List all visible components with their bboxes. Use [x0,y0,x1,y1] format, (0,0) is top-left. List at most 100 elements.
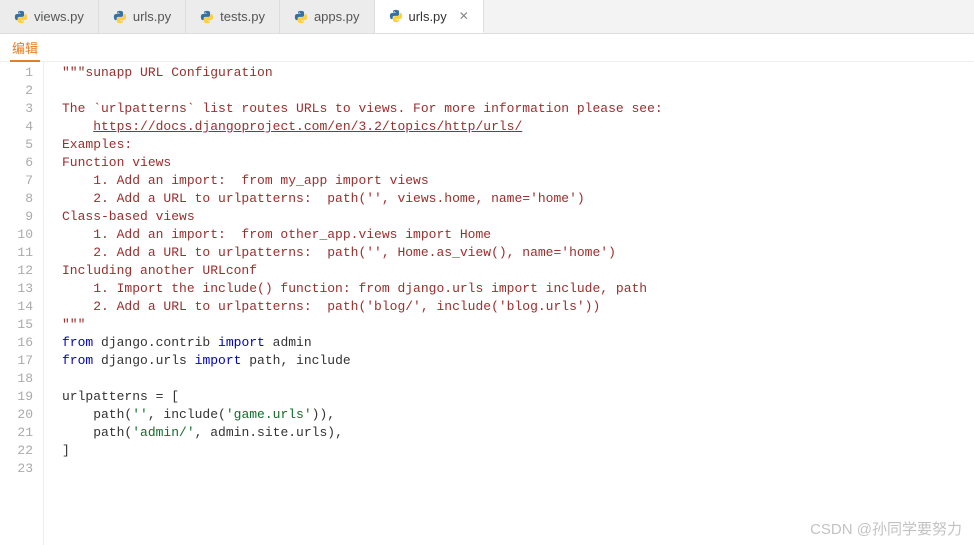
code-token: urlpatterns = [ [62,389,179,404]
python-file-icon [14,10,28,24]
code-token: """ [62,317,85,332]
line-number: 5 [0,136,33,154]
line-number: 2 [0,82,33,100]
code-line[interactable]: The `urlpatterns` list routes URLs to vi… [62,100,974,118]
code-line[interactable]: """ [62,316,974,334]
code-token: 2. Add a URL to urlpatterns: path('blog/… [62,299,600,314]
tab-views-py-0[interactable]: views.py [0,0,99,33]
code-line[interactable]: 2. Add a URL to urlpatterns: path('blog/… [62,298,974,316]
line-number: 1 [0,64,33,82]
code-line[interactable]: Including another URLconf [62,262,974,280]
line-number: 14 [0,298,33,316]
code-token: 1. Add an import: from my_app import vie… [62,173,429,188]
code-token: Function views [62,155,171,170]
code-token: Including another URLconf [62,263,257,278]
line-number: 10 [0,226,33,244]
code-line[interactable]: path('', include('game.urls')), [62,406,974,424]
sub-bar: 编辑 [0,34,974,62]
code-token: from [62,335,101,350]
code-token: django.contrib [101,335,218,350]
line-number: 7 [0,172,33,190]
code-line[interactable]: 1. Add an import: from other_app.views i… [62,226,974,244]
code-token: path( [62,425,132,440]
line-number: 19 [0,388,33,406]
code-token: 'admin/' [132,425,194,440]
line-number: 8 [0,190,33,208]
line-number: 21 [0,424,33,442]
line-number: 3 [0,100,33,118]
line-number-gutter: 1234567891011121314151617181920212223 [0,62,44,545]
code-token: Class-based views [62,209,195,224]
code-line[interactable]: Examples: [62,136,974,154]
code-line[interactable]: Class-based views [62,208,974,226]
code-token: path, include [249,353,350,368]
tab-urls-py-4[interactable]: urls.py ✕ [375,0,484,33]
code-editor[interactable]: 1234567891011121314151617181920212223 ""… [0,62,974,545]
code-line[interactable]: ] [62,442,974,460]
tab-label: views.py [34,9,84,24]
line-number: 20 [0,406,33,424]
code-token: https://docs.djangoproject.com/en/3.2/to… [93,119,522,134]
line-number: 4 [0,118,33,136]
code-token: '' [132,407,148,422]
line-number: 11 [0,244,33,262]
code-token: django.urls [101,353,195,368]
code-line[interactable]: 1. Import the include() function: from d… [62,280,974,298]
code-token: import [218,335,273,350]
code-line[interactable]: https://docs.djangoproject.com/en/3.2/to… [62,118,974,136]
tab-tests-py-2[interactable]: tests.py [186,0,280,33]
code-token: """sunapp URL Configuration [62,65,273,80]
code-token: The `urlpatterns` list routes URLs to vi… [62,101,663,116]
code-line[interactable]: """sunapp URL Configuration [62,64,974,82]
python-file-icon [294,10,308,24]
line-number: 22 [0,442,33,460]
code-line[interactable]: 2. Add a URL to urlpatterns: path('', Ho… [62,244,974,262]
code-token: 1. Import the include() function: from d… [62,281,647,296]
code-token: path( [62,407,132,422]
python-file-icon [200,10,214,24]
code-token: 1. Add an import: from other_app.views i… [62,227,491,242]
code-line[interactable]: urlpatterns = [ [62,388,974,406]
code-token: admin [273,335,312,350]
code-line[interactable]: from django.contrib import admin [62,334,974,352]
code-line[interactable]: Function views [62,154,974,172]
tab-label: urls.py [409,9,447,24]
line-number: 15 [0,316,33,334]
python-file-icon [389,9,403,23]
code-token: 2. Add a URL to urlpatterns: path('', Ho… [62,245,616,260]
line-number: 23 [0,460,33,478]
line-number: 6 [0,154,33,172]
code-line[interactable]: path('admin/', admin.site.urls), [62,424,974,442]
code-token [62,119,93,134]
code-line[interactable] [62,370,974,388]
code-token: , admin.site.urls), [195,425,343,440]
code-token: , include( [148,407,226,422]
code-line[interactable] [62,82,974,100]
tab-label: tests.py [220,9,265,24]
sub-bar-label[interactable]: 编辑 [10,34,40,62]
tab-label: urls.py [133,9,171,24]
close-icon[interactable]: ✕ [459,9,469,23]
code-line[interactable]: from django.urls import path, include [62,352,974,370]
tab-urls-py-1[interactable]: urls.py [99,0,186,33]
code-token: import [195,353,250,368]
code-token: from [62,353,101,368]
code-token: 2. Add a URL to urlpatterns: path('', vi… [62,191,585,206]
code-line[interactable]: 2. Add a URL to urlpatterns: path('', vi… [62,190,974,208]
line-number: 18 [0,370,33,388]
code-token: 'game.urls' [226,407,312,422]
code-token: Examples: [62,137,132,152]
line-number: 12 [0,262,33,280]
code-area[interactable]: """sunapp URL Configuration The `urlpatte… [44,62,974,545]
tab-bar: views.py urls.py tests.py apps.py urls.py ✕ [0,0,974,34]
line-number: 16 [0,334,33,352]
tab-label: apps.py [314,9,360,24]
line-number: 17 [0,352,33,370]
code-line[interactable] [62,460,974,478]
code-token: )), [312,407,335,422]
code-line[interactable]: 1. Add an import: from my_app import vie… [62,172,974,190]
tab-apps-py-3[interactable]: apps.py [280,0,375,33]
code-token: ] [62,443,70,458]
line-number: 9 [0,208,33,226]
line-number: 13 [0,280,33,298]
